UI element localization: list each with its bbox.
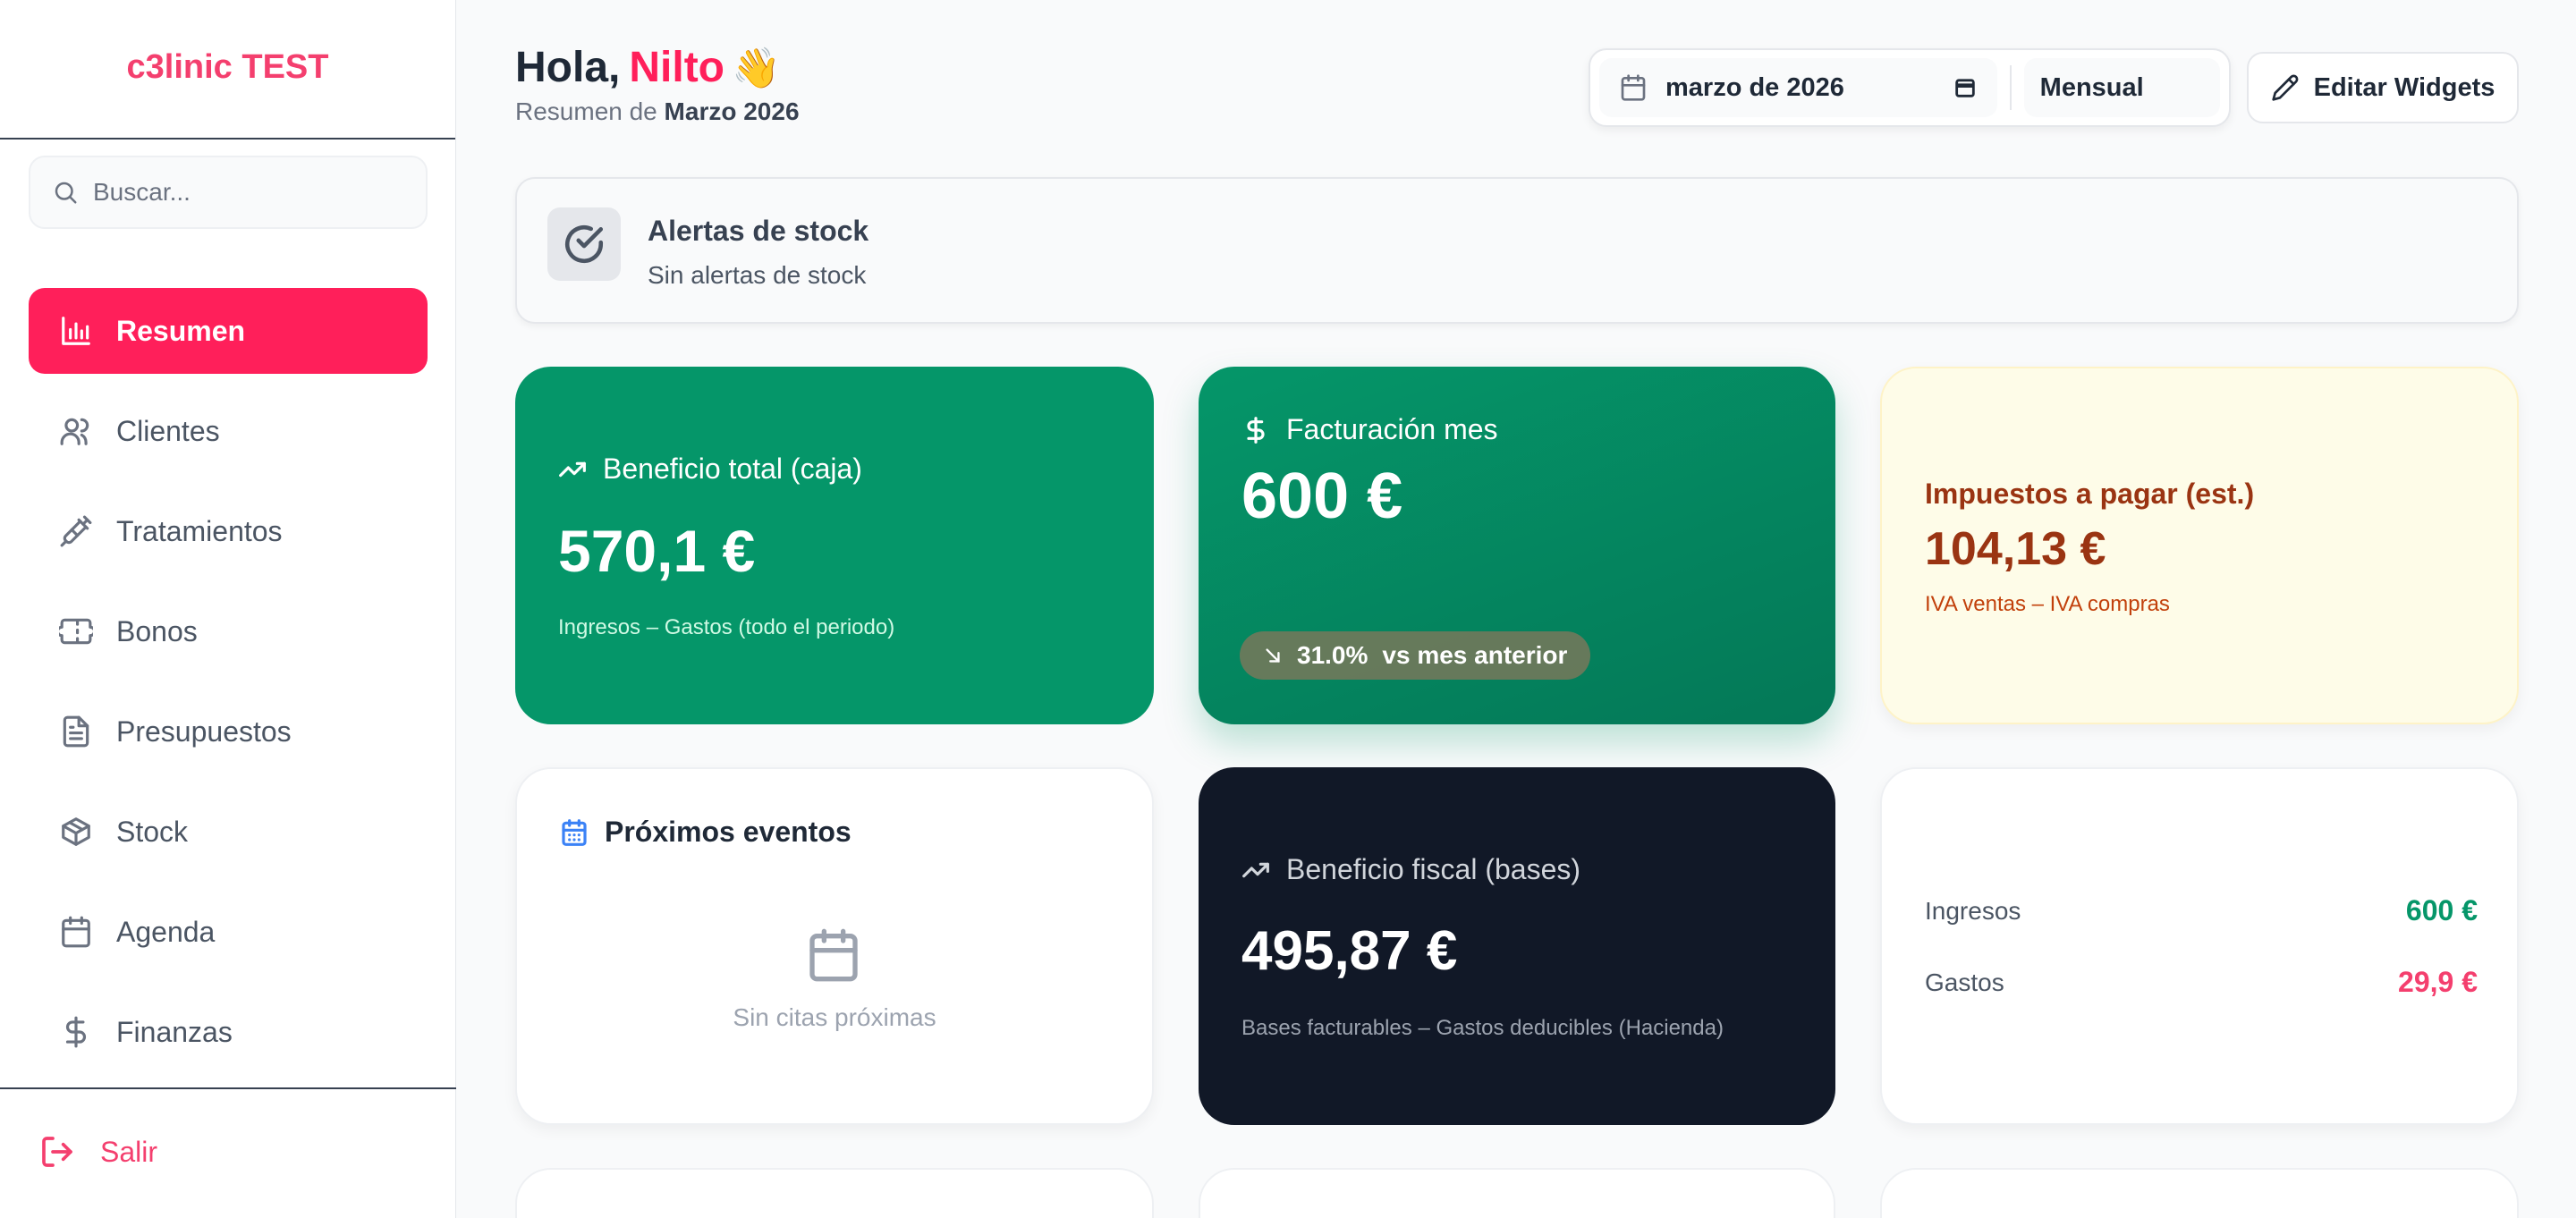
sidebar-item-label: Presupuestos (116, 715, 292, 748)
summary-period: Marzo 2026 (664, 97, 800, 125)
sidebar-item-presupuestos[interactable]: Presupuestos (29, 689, 428, 774)
sidebar-item-label: Stock (116, 815, 189, 848)
billing-change-value: 31.0% (1297, 641, 1368, 669)
search-box[interactable] (29, 156, 428, 229)
sidebar-item-tratamientos[interactable]: Tratamientos (29, 488, 428, 574)
income-value: 600 € (2405, 894, 2478, 926)
edit-widgets-button[interactable]: Editar Widgets (2247, 52, 2519, 123)
widget-card-peek (1199, 1168, 1835, 1218)
billing-value: 600 € (1241, 461, 1403, 532)
profit-fiscal-card: Beneficio fiscal (bases) 495,87 € Bases … (1199, 767, 1835, 1125)
empty-calendar-icon (805, 926, 862, 984)
profit-cash-note: Ingresos – Gastos (todo el periodo) (558, 615, 895, 639)
summary-prefix: Resumen de (515, 97, 657, 125)
sidebar-item-label: Finanzas (116, 1015, 233, 1048)
page-subtitle: Resumen de Marzo 2026 (515, 97, 800, 126)
logout-icon (42, 1137, 72, 1167)
month-picker-value: marzo de 2026 (1665, 72, 1844, 102)
sidebar-divider (0, 1087, 456, 1089)
billing-trend-badge: 31.0% vs mes anterior (1240, 631, 1591, 680)
period-select[interactable]: Mensual (2023, 58, 2220, 117)
dollar-icon (1247, 416, 1265, 444)
upcoming-events-title: Próximos eventos (605, 816, 852, 848)
user-name: Nilto (629, 44, 724, 91)
sidebar: c3linic TEST Resumen Clientes Tratamient… (0, 0, 456, 1218)
sidebar-item-label: Bonos (116, 614, 198, 647)
billing-change-label: vs mes anterior (1382, 641, 1568, 669)
calendar-icon (62, 916, 90, 948)
income-expense-card: Ingresos 600 € Gastos 29,9 € (1880, 767, 2519, 1125)
sidebar-item-label: Tratamientos (116, 514, 283, 547)
search-input[interactable] (93, 178, 415, 207)
taxes-value: 104,13 € (1925, 523, 2106, 575)
file-text-icon (63, 715, 89, 748)
sidebar-item-agenda[interactable]: Agenda (29, 889, 428, 975)
sidebar-item-label: Clientes (116, 414, 220, 447)
stock-alert-message: Sin alertas de stock (648, 261, 867, 289)
stock-alert-title: Alertas de stock (648, 215, 869, 247)
profit-cash-card: Beneficio total (caja) 570,1 € Ingresos … (515, 367, 1154, 724)
sidebar-item-clientes[interactable]: Clientes (29, 388, 428, 474)
calendar-icon (1621, 74, 1646, 101)
income-label: Ingresos (1925, 896, 2021, 925)
sidebar-nav: Resumen Clientes Tratamientos Bonos Pres… (29, 288, 428, 1089)
sidebar-item-finanzas[interactable]: Finanzas (29, 989, 428, 1075)
package-icon (62, 817, 90, 846)
greeting-block: Hola, Nilto 👋 Resumen de Marzo 2026 (515, 43, 800, 126)
expense-value: 29,9 € (2398, 966, 2478, 998)
syringe-icon (60, 515, 92, 547)
period-controls: marzo de 2026 Mensual (1589, 48, 2231, 127)
billing-card: Facturación mes 600 € 31.0% vs mes anter… (1199, 367, 1835, 724)
stock-alert-panel: Alertas de stock Sin alertas de stock (515, 177, 2519, 324)
profit-fiscal-note: Bases facturables – Gastos deducibles (H… (1241, 1016, 1724, 1040)
profit-cash-value: 570,1 € (558, 518, 756, 584)
sidebar-item-label: Resumen (116, 314, 246, 347)
profit-fiscal-value: 495,87 € (1241, 920, 1458, 982)
sidebar-item-bonos[interactable]: Bonos (29, 588, 428, 674)
dollar-icon (65, 1016, 86, 1048)
profit-fiscal-title: Beneficio fiscal (bases) (1286, 853, 1581, 885)
brand-name: c3linic TEST (126, 47, 329, 86)
taxes-note: IVA ventas – IVA compras (1925, 592, 2170, 616)
calendar-days-icon (562, 818, 587, 846)
income-row: Ingresos 600 € (1925, 894, 2478, 927)
billing-title: Facturación mes (1286, 413, 1498, 445)
widget-card-peek (1880, 1168, 2519, 1218)
check-circle-icon (547, 207, 621, 281)
arrow-down-right-icon (1266, 648, 1280, 663)
upcoming-events-header: Próximos eventos (560, 816, 852, 849)
widget-card-peek (515, 1168, 1154, 1218)
upcoming-events-empty: Sin citas próximas (733, 1003, 936, 1031)
profit-cash-title: Beneficio total (caja) (603, 453, 862, 485)
period-select-value: Mensual (2039, 72, 2144, 102)
billing-header: Facturación mes (1241, 413, 1498, 446)
taxes-title: Impuestos a pagar (est.) (1925, 478, 2255, 510)
profit-cash-header: Beneficio total (caja) (558, 453, 862, 486)
sidebar-item-stock[interactable]: Stock (29, 789, 428, 875)
users-icon (60, 418, 89, 445)
expense-label: Gastos (1925, 968, 2004, 996)
wave-emoji: 👋 (732, 46, 781, 90)
greeting-text: Hola, (515, 44, 621, 91)
trending-up-icon (1242, 862, 1269, 877)
expense-row: Gastos 29,9 € (1925, 966, 2478, 999)
pencil-icon (2271, 74, 2299, 101)
upcoming-events-card: Próximos eventos Sin citas próximas (515, 767, 1154, 1125)
controls-divider (2009, 65, 2012, 110)
bar-chart-icon (62, 317, 90, 345)
logout-label: Salir (100, 1135, 158, 1168)
calendar-picker-icon[interactable] (1953, 75, 1978, 100)
search-icon (55, 182, 77, 204)
sidebar-item-resumen[interactable]: Resumen (29, 288, 428, 374)
brand-logo[interactable]: c3linic TEST (0, 0, 455, 140)
sidebar-item-label: Agenda (116, 915, 216, 948)
page-title: Hola, Nilto 👋 (515, 43, 800, 92)
edit-widgets-label: Editar Widgets (2313, 72, 2496, 102)
logout-button[interactable]: Salir (39, 1134, 157, 1170)
taxes-card: Impuestos a pagar (est.) 104,13 € IVA ve… (1880, 367, 2519, 724)
ticket-icon (59, 618, 93, 645)
trending-up-icon (559, 461, 586, 477)
month-picker[interactable]: marzo de 2026 (1599, 58, 1997, 117)
profit-fiscal-header: Beneficio fiscal (bases) (1241, 853, 1580, 886)
